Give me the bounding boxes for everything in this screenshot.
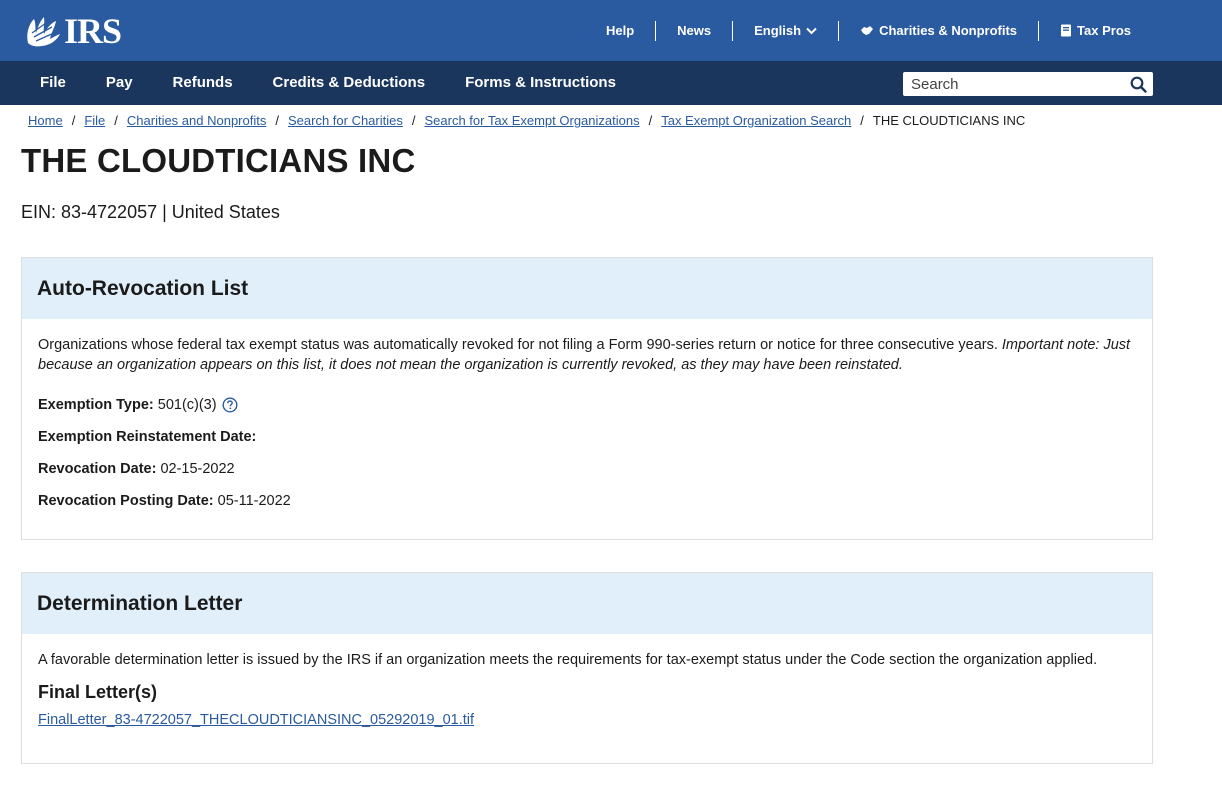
card-body: A favorable determination letter is issu… bbox=[22, 634, 1152, 730]
page-title: THE CLOUDTICIANS INC bbox=[21, 142, 416, 179]
exemption-type-field: Exemption Type: 501(c)(3) bbox=[38, 395, 1136, 415]
auto-revocation-intro: Organizations whose federal tax exempt s… bbox=[38, 335, 1136, 375]
tax-pros-link[interactable]: Tax Pros bbox=[1039, 21, 1152, 41]
card-header: Determination Letter bbox=[22, 573, 1152, 634]
breadcrumb-file[interactable]: File bbox=[84, 113, 105, 128]
book-icon bbox=[1061, 24, 1072, 37]
handshake-icon bbox=[861, 26, 874, 35]
nav-item-credits-deductions[interactable]: Credits & Deductions bbox=[253, 61, 446, 105]
field-label: Exemption Type: bbox=[38, 397, 154, 413]
help-label: Help bbox=[605, 23, 635, 38]
breadcrumb-separator: / bbox=[411, 113, 416, 128]
breadcrumb: Home / File / Charities and Nonprofits /… bbox=[28, 113, 1025, 128]
auto-revocation-card: Auto-Revocation List Organizations whose… bbox=[21, 257, 1153, 540]
nav-item-forms-instructions[interactable]: Forms & Instructions bbox=[445, 61, 636, 105]
charities-label: Charities & Nonprofits bbox=[879, 23, 1018, 38]
search-box bbox=[903, 72, 1153, 96]
field-value: 05-11-2022 bbox=[217, 493, 291, 509]
search-icon bbox=[1130, 76, 1147, 93]
breadcrumb-separator: / bbox=[648, 113, 653, 128]
card-title: Auto-Revocation List bbox=[37, 276, 249, 300]
revocation-posting-date-field: Revocation Posting Date: 05-11-2022 bbox=[38, 491, 1136, 511]
final-letters-heading: Final Letter(s) bbox=[38, 682, 158, 702]
final-letter-link[interactable]: FinalLetter_83-4722057_THECLOUDTICIANSIN… bbox=[38, 712, 474, 728]
news-label: News bbox=[677, 23, 712, 38]
breadcrumb-separator: / bbox=[114, 113, 118, 128]
field-value: 02-15-2022 bbox=[160, 461, 235, 477]
charities-link[interactable]: Charities & Nonprofits bbox=[839, 21, 1038, 41]
news-link[interactable]: News bbox=[656, 21, 732, 41]
logo-text: IRS bbox=[64, 10, 122, 51]
top-header: IRS Help News English Charities & Nonpro… bbox=[0, 0, 1222, 61]
intro-text: Organizations whose federal tax exempt s… bbox=[38, 337, 998, 353]
nav-item-refunds[interactable]: Refunds bbox=[153, 61, 253, 105]
nav-item-file[interactable]: File bbox=[20, 61, 86, 105]
breadcrumb-current: THE CLOUDTICIANS INC bbox=[872, 113, 1026, 128]
breadcrumb-separator: / bbox=[275, 113, 279, 128]
tax-pros-label: Tax Pros bbox=[1077, 23, 1131, 38]
nav-item-pay[interactable]: Pay bbox=[86, 61, 153, 105]
chevron-down-icon bbox=[806, 27, 817, 34]
field-label: Revocation Date: bbox=[38, 461, 157, 477]
search-button[interactable] bbox=[1123, 72, 1153, 96]
reinstatement-date-field: Exemption Reinstatement Date: bbox=[38, 427, 1136, 447]
breadcrumb-home[interactable]: Home bbox=[28, 113, 63, 128]
field-label: Exemption Reinstatement Date: bbox=[38, 429, 257, 445]
language-label: English bbox=[754, 23, 802, 38]
breadcrumb-search-tax-exempt[interactable]: Search for Tax Exempt Organizations bbox=[425, 113, 640, 128]
card-body: Organizations whose federal tax exempt s… bbox=[22, 319, 1152, 511]
breadcrumb-teos[interactable]: Tax Exempt Organization Search bbox=[661, 113, 851, 128]
card-header: Auto-Revocation List bbox=[22, 258, 1152, 319]
determination-letter-card: Determination Letter A favorable determi… bbox=[21, 572, 1153, 764]
revocation-date-field: Revocation Date: 02-15-2022 bbox=[38, 459, 1136, 479]
breadcrumb-separator: / bbox=[71, 113, 76, 128]
eagle-icon bbox=[27, 16, 60, 46]
main-nav: File Pay Refunds Credits & Deductions Fo… bbox=[0, 61, 1222, 105]
utility-nav: Help News English Charities & Nonprofits… bbox=[585, 0, 1152, 61]
card-title: Determination Letter bbox=[37, 591, 243, 615]
breadcrumb-separator: / bbox=[860, 113, 864, 128]
language-dropdown[interactable]: English bbox=[733, 21, 838, 41]
search-input[interactable] bbox=[903, 72, 1123, 96]
question-circle-icon[interactable] bbox=[222, 397, 238, 413]
field-value: 501(c)(3) bbox=[157, 397, 217, 413]
field-label: Revocation Posting Date: bbox=[38, 493, 214, 509]
help-link[interactable]: Help bbox=[585, 21, 655, 41]
ein-line: EIN: 83-4722057 | United States bbox=[21, 202, 280, 222]
breadcrumb-search-charities[interactable]: Search for Charities bbox=[288, 113, 403, 128]
breadcrumb-charities-nonprofits[interactable]: Charities and Nonprofits bbox=[127, 113, 266, 128]
irs-logo[interactable]: IRS bbox=[22, 10, 122, 51]
determination-intro: A favorable determination letter is issu… bbox=[38, 652, 1098, 668]
